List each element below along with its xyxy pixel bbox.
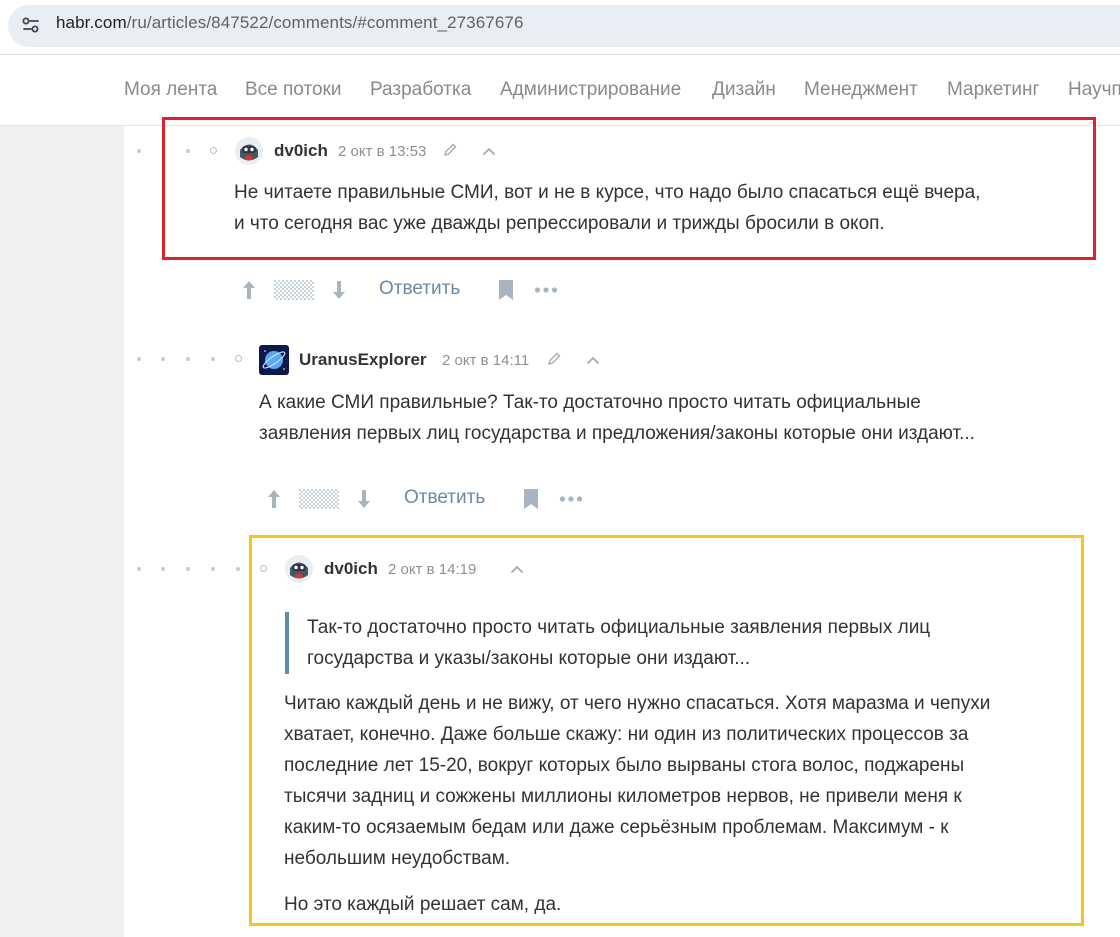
nav-item-design[interactable]: Дизайн bbox=[712, 79, 776, 101]
nav-item-development[interactable]: Разработка bbox=[370, 79, 471, 101]
hubs-nav: Моя лента Все потоки Разработка Админист… bbox=[0, 55, 1120, 126]
thread-dot bbox=[161, 567, 165, 571]
rating-placeholder bbox=[274, 280, 314, 300]
thread-dot bbox=[186, 567, 190, 571]
pencil-icon bbox=[547, 352, 561, 366]
comment-time[interactable]: 2 окт в 14:11 bbox=[442, 352, 529, 369]
rating-placeholder bbox=[299, 489, 339, 509]
thread-dot bbox=[236, 567, 240, 571]
nav-item-science[interactable]: Научп bbox=[1068, 79, 1120, 101]
comment-line: А какие СМИ правильные? Так-то достаточн… bbox=[259, 392, 921, 413]
reply-button[interactable]: Ответить bbox=[379, 278, 460, 300]
url-path: /ru/articles/847522/comments/#comment_27… bbox=[126, 13, 524, 32]
bookmark-icon[interactable] bbox=[497, 279, 515, 301]
arrow-up-icon[interactable] bbox=[240, 279, 258, 301]
url-text[interactable]: habr.com/ru/articles/847522/comments/#co… bbox=[56, 13, 524, 33]
url-host: habr.com bbox=[56, 13, 127, 32]
more-icon[interactable] bbox=[534, 286, 558, 294]
thread-dot bbox=[137, 357, 141, 361]
tune-icon[interactable] bbox=[20, 14, 42, 36]
nav-item-all-flows[interactable]: Все потоки bbox=[245, 79, 341, 101]
arrow-down-icon[interactable] bbox=[355, 488, 373, 510]
thread-dot bbox=[211, 357, 215, 361]
nav-item-marketing[interactable]: Маркетинг bbox=[947, 79, 1039, 101]
avatar-uranus-icon[interactable] bbox=[259, 345, 289, 375]
chevron-up-icon[interactable] bbox=[585, 352, 601, 368]
comment-author[interactable]: UranusExplorer bbox=[299, 350, 427, 370]
arrow-up-icon[interactable] bbox=[265, 488, 283, 510]
thread-dot bbox=[137, 567, 141, 571]
nav-item-my-feed[interactable]: Моя лента bbox=[124, 79, 217, 101]
highlight-box-red bbox=[162, 117, 1096, 260]
comment-body: А какие СМИ правильные? Так-то достаточн… bbox=[259, 387, 1099, 449]
thread-dot bbox=[137, 149, 141, 153]
browser-url-bar: habr.com/ru/articles/847522/comments/#co… bbox=[0, 0, 1120, 54]
more-icon[interactable] bbox=[559, 495, 583, 503]
thread-dot bbox=[186, 357, 190, 361]
nav-item-administration[interactable]: Администрирование bbox=[500, 79, 681, 101]
arrow-down-icon[interactable] bbox=[330, 279, 348, 301]
comment-line: заявления первых лиц государства и предл… bbox=[259, 423, 975, 444]
thread-ring bbox=[235, 355, 242, 362]
thread-dot bbox=[211, 567, 215, 571]
page-gutter bbox=[0, 126, 124, 937]
thread-dot bbox=[161, 357, 165, 361]
nav-item-management[interactable]: Менеджмент bbox=[804, 79, 918, 101]
highlight-box-yellow bbox=[249, 535, 1084, 926]
bookmark-icon[interactable] bbox=[522, 488, 540, 510]
reply-button[interactable]: Ответить bbox=[404, 487, 485, 509]
